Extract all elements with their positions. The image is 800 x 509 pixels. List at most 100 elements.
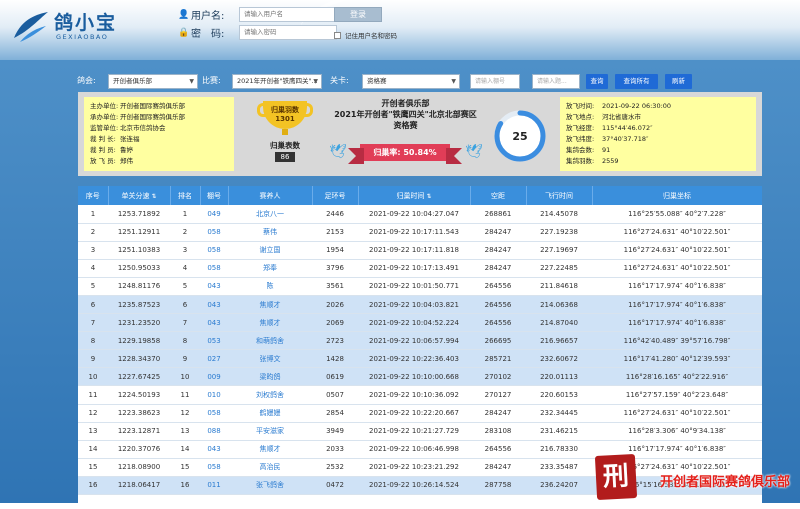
owner-link[interactable]: 张博文: [228, 349, 312, 369]
table-cell: 0507: [312, 385, 358, 405]
password-input[interactable]: [239, 25, 337, 40]
column-header[interactable]: 归巢时间 ⇅: [358, 186, 471, 205]
table-cell: 5: [170, 277, 200, 296]
table-row[interactable]: 2 1251.12911 2 058 蔡伟 2153 2021-09-22 10:17:11…: [78, 223, 762, 242]
loft-link[interactable]: 058: [200, 458, 228, 477]
table-cell: 227.19697: [526, 241, 592, 260]
table-cell: 214.06368: [526, 295, 592, 315]
owner-link[interactable]: 焦顺才: [228, 313, 312, 333]
loft-link[interactable]: 058: [200, 241, 228, 260]
top-banner: 鸽小宝 GEXIAOBAO 👤 用户名: 🔒 密 码: 登录 记住用户名和密码: [0, 0, 800, 60]
table-row[interactable]: 8 1229.19858 8 053 和萌鸽舍 2723 2021-09-22 10:06:…: [78, 331, 762, 351]
logo-text: 鸽小宝: [54, 12, 118, 34]
refresh-button[interactable]: 刷新: [665, 74, 692, 89]
owner-link[interactable]: 焦顺才: [228, 295, 312, 315]
loft-link[interactable]: 043: [200, 295, 228, 315]
table-cell: 14: [78, 440, 108, 459]
loft-link[interactable]: 043: [200, 277, 228, 296]
loft-link[interactable]: 009: [200, 367, 228, 387]
column-header-label: 棚号: [207, 191, 221, 200]
owner-link[interactable]: 和萌鸽舍: [228, 331, 312, 351]
table-cell: 6: [78, 295, 108, 315]
loft-link[interactable]: 058: [200, 404, 228, 423]
table-row[interactable]: 4 1250.95033 4 058 郑奉 3796 2021-09-22 10:17:13…: [78, 259, 762, 278]
column-header-label: 归巢坐标: [663, 191, 691, 200]
table-cell: 8: [170, 331, 200, 351]
table-row[interactable]: 12 1223.38623 12 058 鹤嫚嫚 2854 2021-09-22 10:22…: [78, 404, 762, 423]
column-header[interactable]: 单关分速 ⇅: [108, 186, 171, 205]
loft-link[interactable]: 027: [200, 349, 228, 369]
remember-checkbox[interactable]: [334, 31, 341, 39]
table-row[interactable]: 5 1248.81176 5 043 陈 3561 2021-09-22 10:01:50.…: [78, 277, 762, 296]
ring-input[interactable]: 请输入棚号: [470, 74, 520, 89]
release-info-box: 放飞时间: 2021-09-22 06:30:00 放飞地点: 河北省唐水市 放飞经…: [560, 97, 756, 171]
club-select[interactable]: 开创者俱乐部 ▼: [108, 74, 198, 89]
table-row[interactable]: 6 1235.87523 6 043 焦顺才 2026 2021-09-22 10:04:0…: [78, 295, 762, 315]
table-cell: 3561: [312, 277, 358, 296]
owner-link[interactable]: 北京八一: [228, 205, 312, 224]
table-cell: 6: [170, 295, 200, 315]
table-row[interactable]: 10 1227.67425 10 009 梁昀鸽 0619 2021-09-22 10:10…: [78, 367, 762, 387]
table-cell: 116°27′24.631″ 40°10′22.501″: [592, 259, 762, 278]
chevron-down-icon: ▼: [451, 78, 456, 85]
loft-link[interactable]: 088: [200, 422, 228, 441]
remember-row[interactable]: 记住用户名和密码: [334, 30, 397, 40]
table-cell: 116°27′24.631″ 40°10′22.501″: [592, 241, 762, 260]
table-cell: 2021-09-22 10:04:03.821: [358, 295, 470, 315]
table-cell: 2021-09-22 10:17:11.543: [358, 223, 470, 242]
info-row: 裁 判 长: 张连福: [90, 135, 140, 143]
table-cell: 13: [78, 422, 108, 441]
stage-select[interactable]: 资格赛 ▼: [362, 74, 460, 89]
owner-link[interactable]: 焦顺才: [228, 440, 312, 459]
loft-link[interactable]: 058: [200, 223, 228, 242]
table-cell: 2021-09-22 10:06:46.998: [358, 440, 470, 459]
loft-link[interactable]: 010: [200, 385, 228, 405]
table-row[interactable]: 7 1231.23520 7 043 焦顺才 2069 2021-09-22 10:04:5…: [78, 313, 762, 333]
loft-link[interactable]: 043: [200, 440, 228, 459]
owner-link[interactable]: 鹤嫚嫚: [228, 404, 312, 423]
owner-link[interactable]: 谢立国: [228, 241, 312, 260]
keyword-input[interactable]: 请输入题...: [532, 74, 580, 89]
loft-link[interactable]: 043: [200, 313, 228, 333]
table-cell: 264556: [470, 313, 526, 333]
sort-icon[interactable]: ⇅: [151, 193, 156, 200]
loft-link[interactable]: 011: [200, 476, 228, 496]
owner-link[interactable]: 平安滋家: [228, 422, 312, 441]
table-cell: 116°17′17.974″ 40°1′6.838″: [592, 277, 762, 296]
owner-link[interactable]: 梁昀鸽: [228, 367, 312, 387]
logo-subtext: GEXIAOBAO: [56, 33, 109, 41]
sort-icon[interactable]: ⇅: [426, 193, 431, 200]
table-cell: 2153: [312, 223, 358, 242]
table-row[interactable]: 11 1224.50193 11 010 刘权鸽舍 0507 2021-09-22 10:1…: [78, 385, 762, 405]
race-select[interactable]: 2021年开创者"铁鹰四关"... ▼: [232, 74, 322, 89]
table-cell: 2033: [312, 440, 358, 459]
table-cell: 227.22485: [526, 259, 592, 278]
info-row: 裁 判 员: 鲁婷: [90, 146, 133, 154]
table-cell: 116°42′40.489″ 39°57′16.798″: [592, 331, 762, 351]
loft-link[interactable]: 049: [200, 205, 228, 224]
table-row[interactable]: 1 1253.71892 1 049 北京八一 2446 2021-09-22 10:04:…: [78, 205, 762, 224]
info-row: 承办单位: 开创者国际赛鸽俱乐部: [90, 113, 185, 121]
owner-link[interactable]: 高治民: [228, 458, 312, 477]
table-row[interactable]: 3 1251.10383 3 058 谢立国 1954 2021-09-22 10:17:1…: [78, 241, 762, 260]
loft-link[interactable]: 053: [200, 331, 228, 351]
owner-link[interactable]: 陈: [228, 277, 312, 296]
table-cell: 2021-09-22 10:17:11.818: [358, 241, 470, 260]
owner-link[interactable]: 蔡伟: [228, 223, 312, 242]
owner-link[interactable]: 张飞鸽舍: [228, 476, 312, 496]
table-row[interactable]: 9 1228.34370 9 027 张博文 1428 2021-09-22 10:22:3…: [78, 349, 762, 369]
username-input[interactable]: [239, 7, 337, 22]
info-row: 主办单位: 开创者国际赛鸽俱乐部: [90, 102, 185, 110]
owner-link[interactable]: 郑奉: [228, 259, 312, 278]
info-row: 放飞时间: 2021-09-22 06:30:00: [566, 102, 672, 110]
table-cell: 116°28′16.165″ 40°2′22.916″: [592, 367, 762, 387]
table-cell: 4: [78, 259, 108, 278]
owner-link[interactable]: 刘权鸽舍: [228, 385, 312, 405]
login-button[interactable]: 登录: [334, 7, 382, 22]
table-cell: 7: [170, 313, 200, 333]
loft-link[interactable]: 058: [200, 259, 228, 278]
table-cell: 116°27′57.159″ 40°2′23.648″: [592, 385, 762, 405]
query-all-button[interactable]: 查询所有: [615, 74, 658, 89]
query-button[interactable]: 查询: [586, 74, 608, 89]
table-row[interactable]: 13 1223.12871 13 088 平安滋家 3949 2021-09-22 10:2…: [78, 422, 762, 441]
